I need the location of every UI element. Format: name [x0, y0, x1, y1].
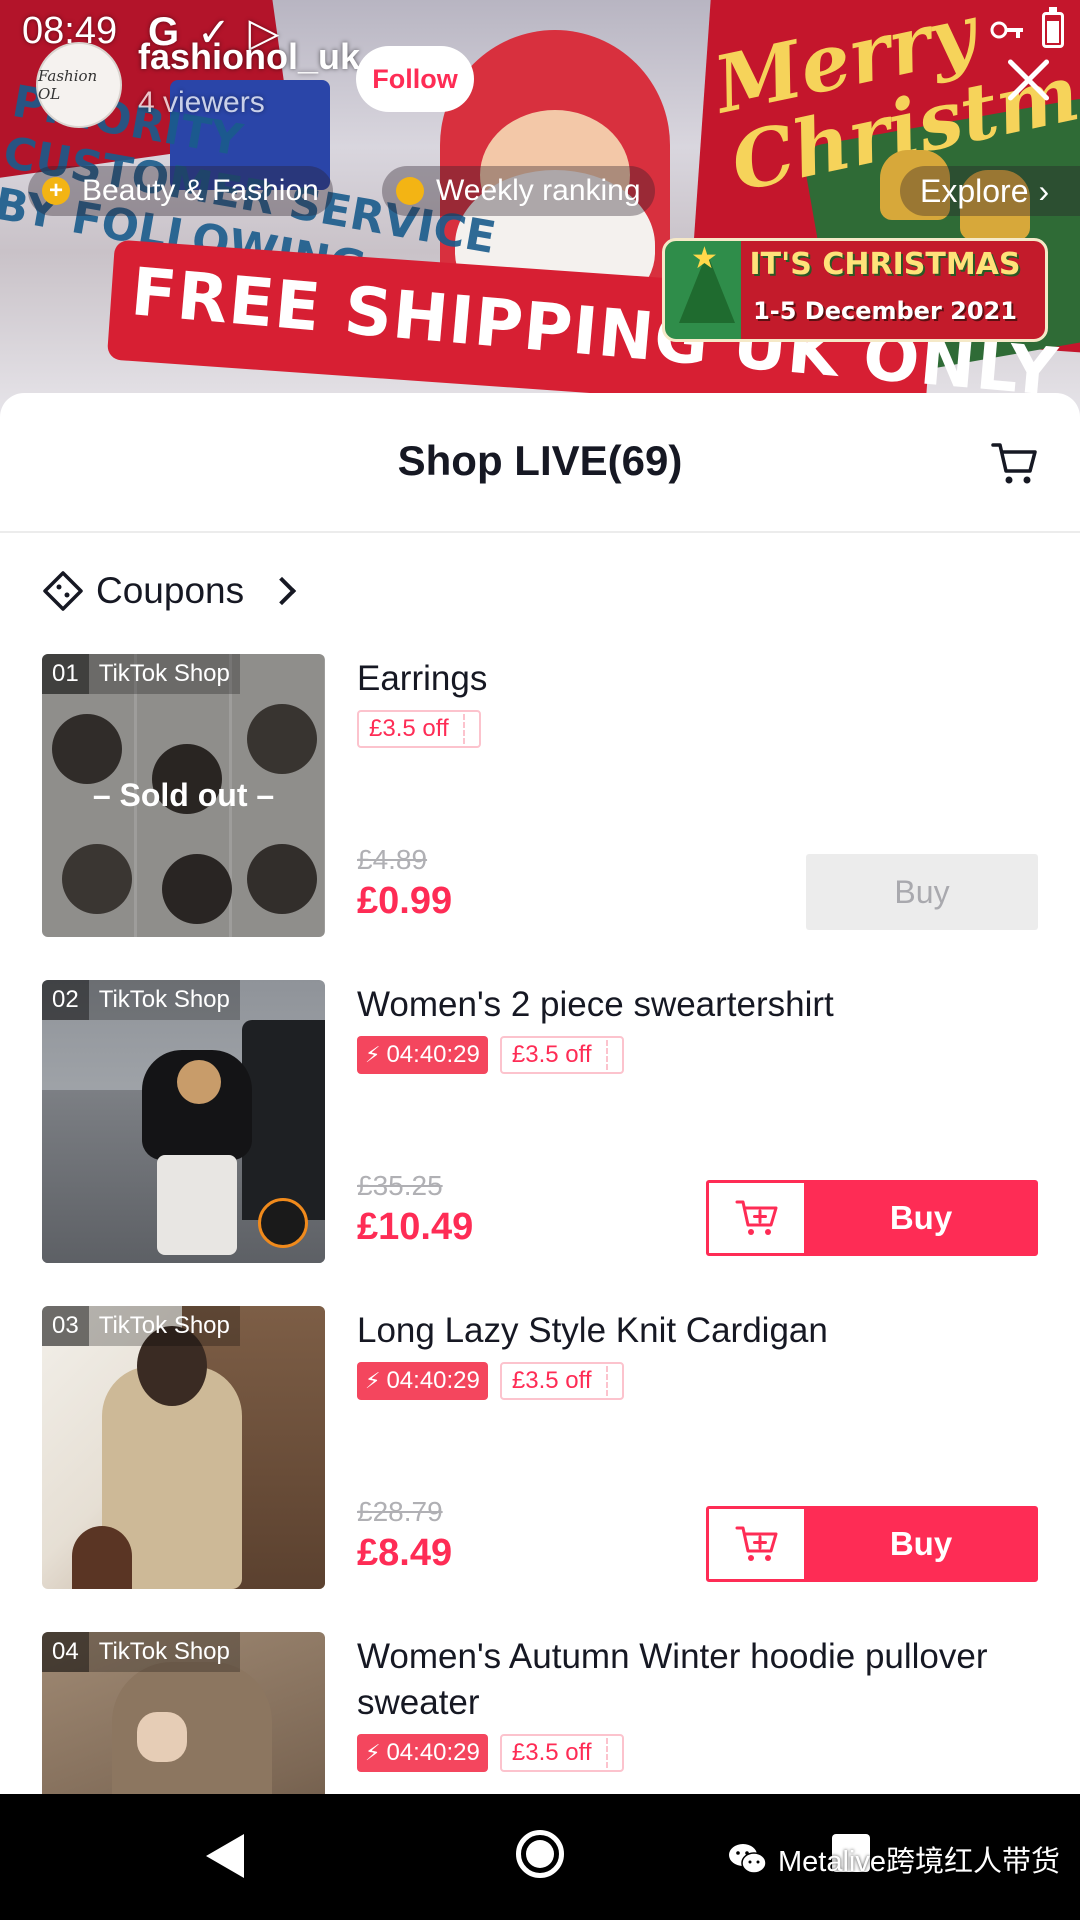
- product-index: 01: [42, 654, 89, 694]
- product-tags: ⚡ 04:40:29 £3.5 off: [357, 1362, 624, 1400]
- home-icon[interactable]: [516, 1830, 564, 1878]
- product-thumbnail[interactable]: – Sold out – 01 TikTok Shop: [42, 654, 325, 937]
- product-thumbnail[interactable]: 03 TikTok Shop: [42, 1306, 325, 1589]
- thumb-badge: 01 TikTok Shop: [42, 654, 240, 694]
- product-title[interactable]: Long Lazy Style Knit Cardigan: [357, 1308, 1037, 1354]
- product-card[interactable]: 03 TikTok Shop Long Lazy Style Knit Card…: [0, 1306, 1080, 1596]
- explore-label: Explore: [920, 172, 1029, 209]
- close-icon[interactable]: [1004, 56, 1052, 104]
- shop-label: TikTok Shop: [88, 980, 240, 1020]
- coupon-tag: £3.5 off: [499, 1362, 624, 1400]
- plus-icon: +: [42, 177, 70, 205]
- thumb-badge: 03 TikTok Shop: [42, 1306, 240, 1346]
- wechat-icon: [729, 1844, 767, 1874]
- sale-price: £8.49: [357, 1532, 453, 1574]
- tag-weekly-ranking[interactable]: Weekly ranking: [382, 166, 655, 216]
- product-tags: £3.5 off: [357, 710, 481, 748]
- banner-dates: 1-5 December 2021: [753, 297, 1017, 325]
- flash-sale-timer: ⚡ 04:40:29: [357, 1734, 488, 1772]
- thumb-bear: [177, 1060, 221, 1104]
- watermark: Metalive跨境红人带货: [728, 1838, 1060, 1880]
- chevron-right-icon: ›: [1038, 172, 1050, 209]
- thumb-stool: [72, 1526, 132, 1589]
- status-icons-right: [990, 7, 1064, 48]
- product-thumbnail[interactable]: 02 TikTok Shop: [42, 980, 325, 1263]
- watermark-text: Metalive跨境红人带货: [778, 1846, 1060, 1878]
- battery-icon: [1042, 7, 1064, 48]
- banner-title: IT'S CHRISTMAS: [749, 247, 1021, 282]
- coupons-label: Coupons: [96, 570, 245, 611]
- buy-button-group: Buy: [706, 1506, 1038, 1582]
- shop-label: TikTok Shop: [88, 654, 240, 694]
- cart-icon[interactable]: [990, 439, 1038, 487]
- add-to-cart-button[interactable]: [709, 1509, 807, 1579]
- flash-sale-timer: ⚡ 04:40:29: [357, 1036, 488, 1074]
- product-index: 03: [42, 1306, 89, 1346]
- timer-value: 04:40:29: [386, 1739, 480, 1766]
- viewer-count: 4 viewers: [138, 86, 265, 119]
- flash-sale-timer: ⚡ 04:40:29: [357, 1362, 488, 1400]
- add-to-cart-button[interactable]: [709, 1183, 807, 1253]
- back-icon[interactable]: [206, 1834, 244, 1878]
- star-icon: ★: [691, 242, 718, 275]
- coupon-tag: £3.5 off: [499, 1036, 624, 1074]
- screen: { "status_bar": { "time": "08:49", "left…: [0, 0, 1080, 1920]
- shop-sheet: Shop LIVE(69) Coupons – Sold out – 01 Ti…: [0, 393, 1080, 1915]
- buy-button-disabled[interactable]: Buy: [806, 854, 1038, 930]
- thumb-hand: [137, 1712, 187, 1762]
- original-price: £4.89: [357, 844, 428, 875]
- timer-value: 04:40:29: [386, 1367, 480, 1394]
- buy-button[interactable]: Buy: [807, 1509, 1035, 1579]
- buy-button[interactable]: Buy: [807, 1183, 1035, 1253]
- follow-button[interactable]: Follow: [356, 46, 474, 112]
- original-price: £35.25: [357, 1170, 443, 1201]
- thumb-pants: [157, 1155, 237, 1255]
- timer-value: 04:40:29: [386, 1041, 480, 1068]
- chevron-right-icon: [267, 576, 297, 606]
- thumb-icon: [396, 177, 424, 205]
- product-tags: ⚡ 04:40:29 £3.5 off: [357, 1734, 624, 1772]
- thumb-car: [242, 1020, 325, 1220]
- product-card[interactable]: – Sold out – 01 TikTok Shop Earrings £3.…: [0, 654, 1080, 944]
- system-nav-bar: Metalive跨境红人带货: [0, 1794, 1080, 1920]
- christmas-promo-banner[interactable]: ★ IT'S CHRISTMAS 1-5 December 2021: [662, 238, 1048, 342]
- thumb-badge: 04 TikTok Shop: [42, 1632, 240, 1672]
- original-price: £28.79: [357, 1496, 443, 1527]
- tag-beauty-fashion[interactable]: + Beauty & Fashion: [28, 166, 333, 216]
- lightning-icon: ⚡: [365, 1042, 381, 1067]
- shop-label: TikTok Shop: [88, 1306, 240, 1346]
- sale-price: £0.99: [357, 880, 453, 922]
- coupon-tag: £3.5 off: [357, 710, 481, 748]
- divider: [0, 531, 1080, 533]
- sale-price: £10.49: [357, 1206, 474, 1248]
- product-title[interactable]: Women's Autumn Winter hoodie pullover sw…: [357, 1634, 1037, 1726]
- lightning-icon: ⚡: [365, 1368, 381, 1393]
- tag-label: Beauty & Fashion: [82, 174, 319, 207]
- coupon-icon: [43, 571, 83, 611]
- sold-out-overlay: – Sold out –: [42, 654, 325, 937]
- product-card[interactable]: 02 TikTok Shop Women's 2 piece swearters…: [0, 980, 1080, 1270]
- tag-label: Weekly ranking: [436, 174, 641, 207]
- product-tags: ⚡ 04:40:29 £3.5 off: [357, 1036, 624, 1074]
- explore-button[interactable]: Explore ›: [900, 166, 1080, 216]
- coupon-tag: £3.5 off: [499, 1734, 624, 1772]
- host-name[interactable]: fashionol_uk: [138, 36, 360, 78]
- shop-label: TikTok Shop: [88, 1632, 240, 1672]
- host-avatar[interactable]: Fashion OL: [36, 42, 122, 128]
- coupons-row[interactable]: Coupons: [42, 567, 297, 615]
- product-title[interactable]: Women's 2 piece sweartershirt: [357, 982, 1037, 1028]
- vpn-key-icon: [990, 21, 1023, 39]
- product-index: 04: [42, 1632, 89, 1672]
- product-title[interactable]: Earrings: [357, 656, 1037, 702]
- buy-button-group: Buy: [706, 1180, 1038, 1256]
- add-to-cart-icon: [735, 1526, 777, 1561]
- product-index: 02: [42, 980, 89, 1020]
- fire-badge-icon: [258, 1198, 308, 1248]
- thumb-badge: 02 TikTok Shop: [42, 980, 240, 1020]
- sheet-title: Shop LIVE(69): [397, 437, 683, 484]
- add-to-cart-icon: [735, 1200, 777, 1235]
- lightning-icon: ⚡: [365, 1740, 381, 1765]
